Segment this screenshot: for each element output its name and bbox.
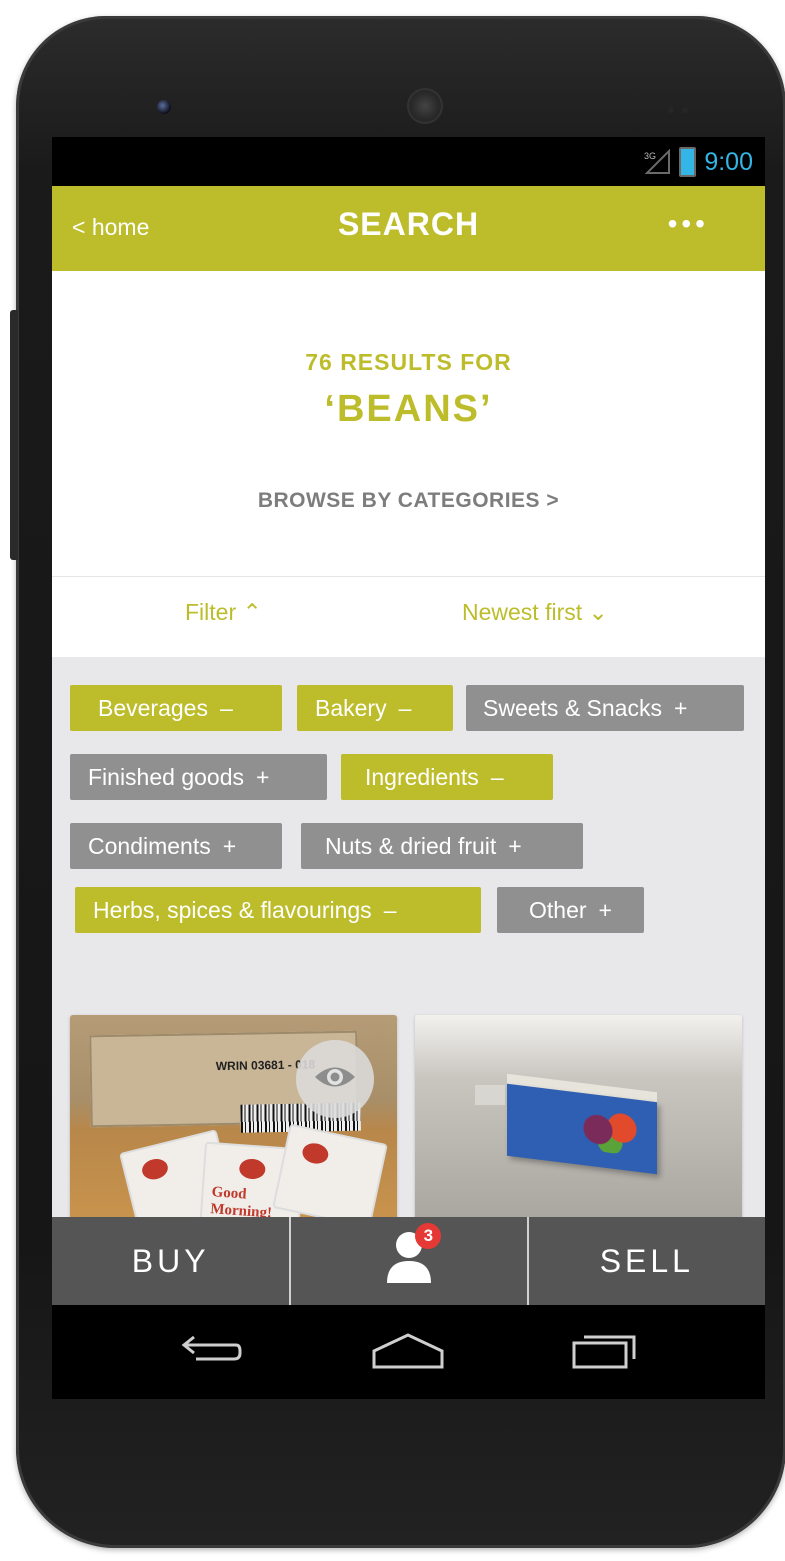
chip-add-icon: + xyxy=(256,764,270,790)
category-chip-ingredients[interactable]: Ingredients – xyxy=(341,754,553,800)
status-bar: 3G 9:00 xyxy=(52,137,765,186)
back-arrow-icon[interactable] xyxy=(176,1331,244,1376)
category-chip-nuts-dried-fruit[interactable]: Nuts & dried fruit + xyxy=(301,823,583,869)
category-chip-herbs-spices[interactable]: Herbs, spices & flavourings – xyxy=(75,887,481,933)
sell-tab[interactable]: SELL xyxy=(529,1217,765,1305)
category-chip-beverages[interactable]: Beverages – xyxy=(70,685,282,731)
screen: 3G 9:00 < home SEARCH ••• 76 RESULTS FOR… xyxy=(52,137,765,1399)
volume-button[interactable] xyxy=(10,310,18,560)
chip-label: Beverages xyxy=(98,695,208,721)
search-results-content: 76 RESULTS FOR ‘BEANS’ BROWSE BY CATEGOR… xyxy=(52,271,765,1225)
chip-label: Finished goods xyxy=(88,764,244,790)
search-query: ‘BEANS’ xyxy=(324,388,493,430)
chip-remove-icon: – xyxy=(219,695,233,721)
chip-label: Ingredients xyxy=(365,764,479,790)
chip-label: Bakery xyxy=(315,695,387,721)
status-time: 9:00 xyxy=(704,147,753,176)
category-chip-other[interactable]: Other + xyxy=(497,887,644,933)
front-camera xyxy=(157,100,171,114)
chip-add-icon: + xyxy=(222,833,237,859)
product-image-packet xyxy=(272,1123,388,1225)
battery-icon xyxy=(679,147,697,177)
signal-icon: 3G xyxy=(643,149,671,175)
home-icon[interactable] xyxy=(370,1331,446,1376)
category-chip-bakery[interactable]: Bakery – xyxy=(297,685,453,731)
chip-add-icon: + xyxy=(508,833,522,859)
category-chip-sweets-snacks[interactable]: Sweets & Snacks + xyxy=(466,685,744,731)
filter-toggle[interactable]: Filter ⌃ xyxy=(185,599,262,626)
product-card[interactable]: WRIN 03681 - 018 Good Morning! xyxy=(70,1015,397,1225)
recent-apps-icon[interactable] xyxy=(570,1331,640,1376)
more-options-icon[interactable]: ••• xyxy=(668,210,709,238)
chip-add-icon: + xyxy=(598,897,612,923)
category-chip-finished-goods[interactable]: Finished goods + xyxy=(70,754,327,800)
filter-bar: Filter ⌃ Newest first ⌄ xyxy=(52,576,765,657)
quick-view-button[interactable] xyxy=(296,1040,374,1118)
chip-label: Other xyxy=(529,897,587,923)
page-title: SEARCH xyxy=(337,206,480,242)
results-count: 76 RESULTS FOR xyxy=(305,349,512,375)
svg-text:3G: 3G xyxy=(644,151,656,161)
category-chip-condiments[interactable]: Condiments + xyxy=(70,823,282,869)
product-card[interactable] xyxy=(415,1015,742,1225)
buy-tab[interactable]: BUY xyxy=(52,1217,292,1305)
system-navigation-bar xyxy=(52,1305,765,1399)
eye-icon xyxy=(313,1062,357,1097)
chip-label: Nuts & dried fruit xyxy=(325,833,497,859)
sort-dropdown[interactable]: Newest first ⌄ xyxy=(462,599,608,626)
proximity-sensor xyxy=(668,100,698,113)
chip-remove-icon: – xyxy=(490,764,504,790)
chip-label: Condiments xyxy=(88,833,211,859)
chip-remove-icon: – xyxy=(398,695,412,721)
chip-remove-icon: – xyxy=(383,897,397,923)
bottom-navigation: BUY 3 SELL xyxy=(52,1217,765,1305)
chip-add-icon: + xyxy=(673,695,688,721)
chip-label: Sweets & Snacks xyxy=(483,695,662,721)
notification-badge: 3 xyxy=(415,1223,442,1249)
earpiece-speaker xyxy=(407,88,443,124)
counter-outlet xyxy=(475,1085,505,1105)
app-bar: < home SEARCH ••• xyxy=(52,186,765,271)
chip-label: Herbs, spices & flavourings xyxy=(93,897,372,923)
browse-categories-link[interactable]: BROWSE BY CATEGORIES > xyxy=(52,489,765,513)
search-summary: 76 RESULTS FOR ‘BEANS’ BROWSE BY CATEGOR… xyxy=(52,271,765,576)
profile-tab[interactable]: 3 xyxy=(291,1217,529,1305)
